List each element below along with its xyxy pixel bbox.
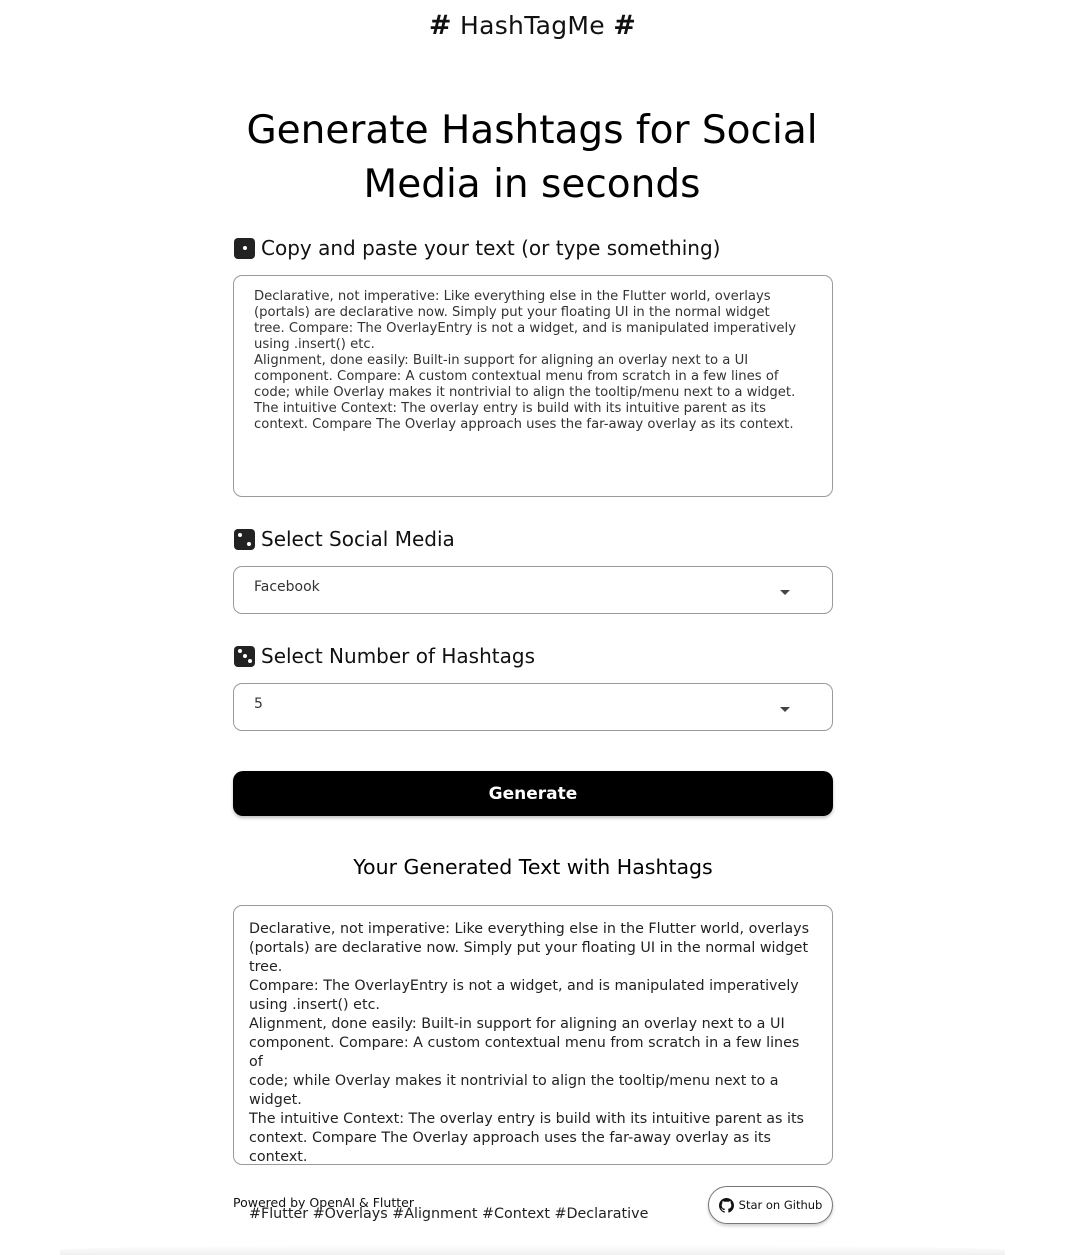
generated-text: Declarative, not imperative: Like everyt… [249, 921, 810, 1165]
dice-three-icon [234, 645, 255, 667]
social-media-select[interactable]: Facebook [233, 566, 833, 614]
page-title: Generate Hashtags for Social Media in se… [246, 108, 818, 207]
hash-left-icon: # [428, 10, 452, 41]
chevron-down-icon [780, 706, 790, 712]
powered-by-credit: Powered by OpenAI & Flutter [233, 1195, 414, 1210]
social-media-value: Facebook [254, 579, 320, 595]
star-on-github-button[interactable]: Star on Github [708, 1186, 833, 1224]
star-button-label: Star on Github [738, 1198, 823, 1212]
chevron-down-icon [780, 589, 790, 595]
bottom-shadow [60, 1245, 1005, 1255]
hashtag-count-value: 5 [254, 696, 263, 712]
step-one-text: Copy and paste your text (or type someth… [261, 236, 721, 260]
text-input[interactable]: Declarative, not imperative: Like everyt… [233, 275, 833, 497]
hash-right-icon: # [613, 10, 637, 41]
step-three-label: Select Number of Hashtags [234, 644, 535, 668]
step-one-label: Copy and paste your text (or type someth… [234, 236, 720, 260]
dice-one-icon [234, 237, 255, 259]
hashtag-count-select[interactable]: 5 [233, 683, 833, 731]
brand-name: HashTagMe [460, 11, 605, 40]
step-two-text: Select Social Media [261, 527, 455, 551]
page: # HashTagMe # Generate Hashtags for Soci… [0, 0, 1065, 1255]
step-two-label: Select Social Media [234, 527, 455, 551]
generated-text-output[interactable]: Declarative, not imperative: Like everyt… [233, 905, 833, 1222]
github-icon [718, 1197, 734, 1213]
dice-two-icon [234, 528, 255, 550]
step-three-text: Select Number of Hashtags [261, 644, 535, 668]
brand-logo: # HashTagMe # [0, 10, 1065, 41]
generate-button[interactable]: Generate [233, 771, 833, 816]
result-title: Your Generated Text with Hashtags [353, 855, 713, 879]
